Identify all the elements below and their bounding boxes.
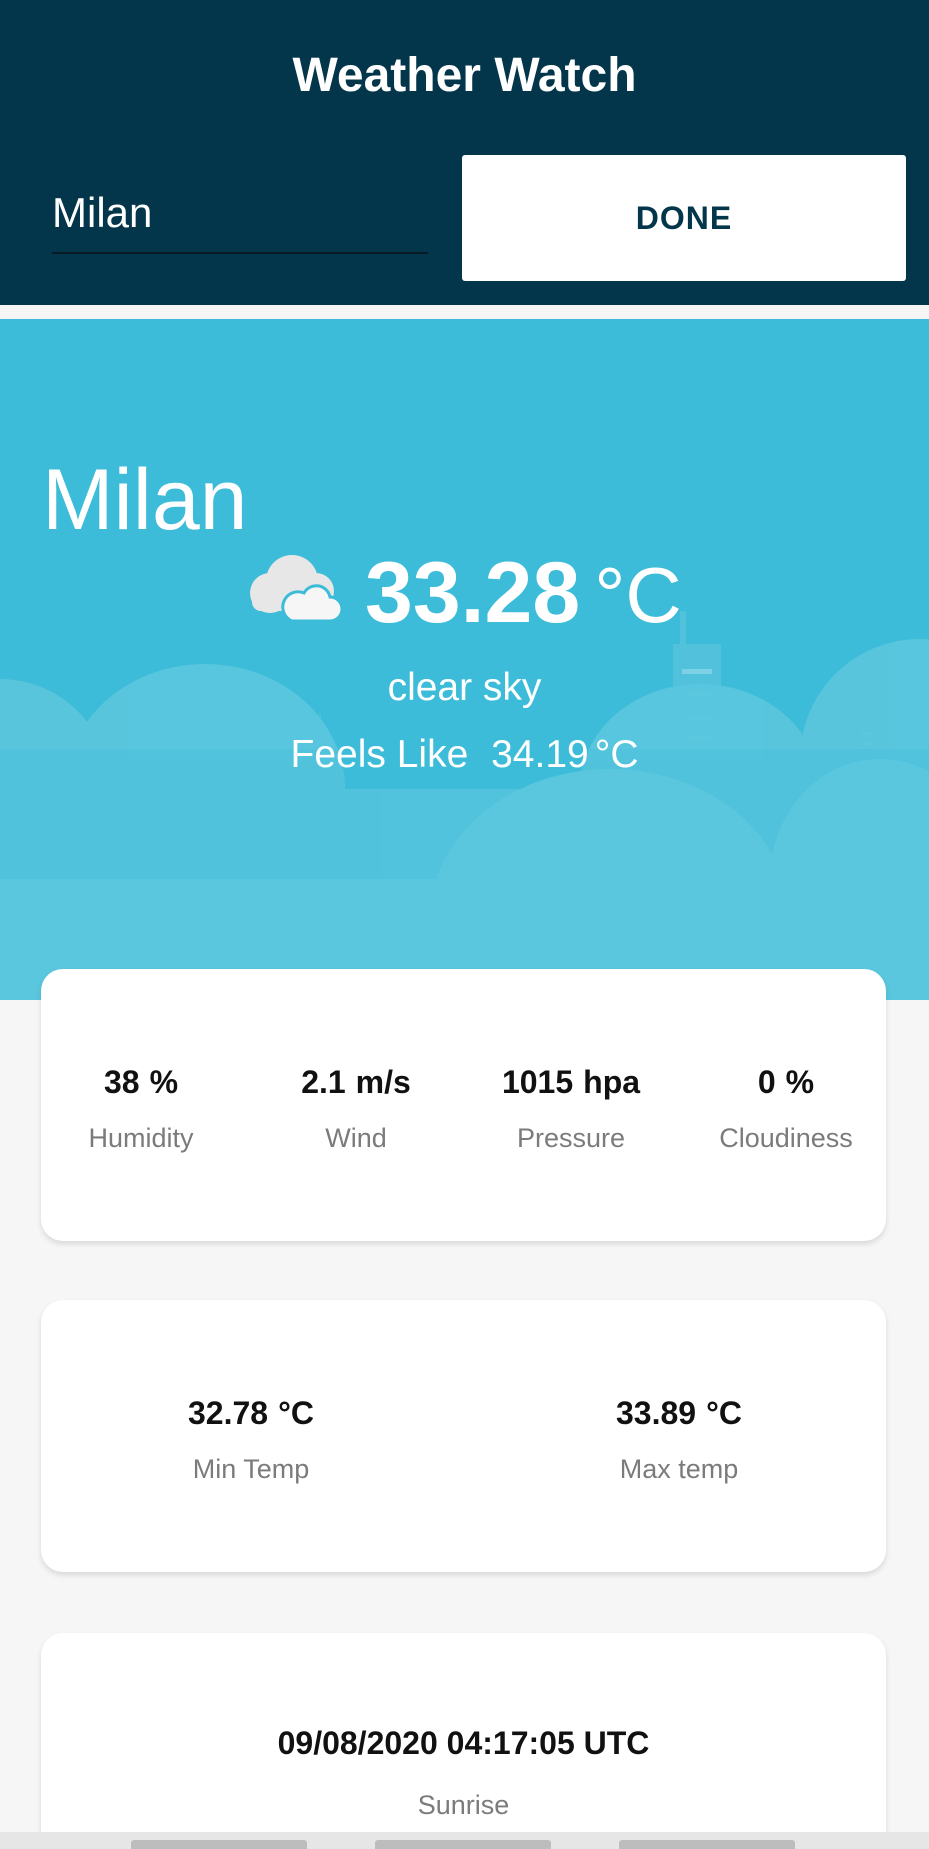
- cloudiness-unit: %: [785, 1064, 815, 1100]
- sunrise-value: 09/08/2020 04:17:05 UTC: [277, 1725, 650, 1761]
- wind-value: 2.1: [301, 1064, 346, 1100]
- wind-stat: 2.1 m/s Wind: [256, 1064, 456, 1154]
- cloudiness-stat: 0% Cloudiness: [686, 1064, 886, 1154]
- humidity-stat: 38% Humidity: [41, 1064, 241, 1154]
- feels-like-row: Feels Like 34.19 °C: [0, 733, 929, 777]
- min-temp-unit: °C: [278, 1395, 314, 1431]
- app-header: Weather Watch DONE: [0, 0, 929, 305]
- temperature-unit: °C: [594, 551, 682, 639]
- wind-unit: m/s: [355, 1064, 411, 1100]
- pressure-unit: hpa: [583, 1064, 641, 1100]
- feels-like-label: Feels Like: [290, 733, 469, 776]
- city-input-wrapper: [52, 178, 428, 254]
- temperature-display: 33.28 °C: [365, 544, 682, 643]
- cloudiness-label: Cloudiness: [719, 1123, 853, 1153]
- pressure-value: 1015: [501, 1064, 574, 1100]
- humidity-unit: %: [149, 1064, 179, 1100]
- cloudiness-value: 0: [757, 1064, 776, 1100]
- conditions-card: 38% Humidity 2.1 m/s Wind 1015 hpa Pressur…: [41, 969, 886, 1241]
- bottom-navigation: [0, 1832, 929, 1849]
- feels-like-value: 34.19: [491, 733, 589, 776]
- min-temp-label: Min Temp: [192, 1454, 310, 1484]
- weather-hero: Milan 33.28 °C clear sky Feels Like 34.19…: [0, 319, 929, 1000]
- bottom-tab-3[interactable]: [619, 1840, 795, 1849]
- max-temp-value: 33.89: [616, 1395, 697, 1431]
- bottom-tab-2[interactable]: [375, 1840, 551, 1849]
- max-temp-stat: 33.89 °C Max temp: [529, 1395, 829, 1485]
- humidity-label: Humidity: [88, 1123, 194, 1153]
- humidity-value: 38: [103, 1064, 140, 1100]
- min-temp-stat: 32.78 °C Min Temp: [101, 1395, 401, 1485]
- sunrise-label: Sunrise: [417, 1790, 510, 1820]
- min-temp-value: 32.78: [188, 1395, 269, 1431]
- max-temp-unit: °C: [706, 1395, 742, 1431]
- done-button[interactable]: DONE: [462, 155, 906, 281]
- app-title: Weather Watch: [292, 49, 637, 102]
- temperature-range-card: 32.78 °C Min Temp 33.89 °C Max temp: [41, 1300, 886, 1572]
- sun-times-card: 09/08/2020 04:17:05 UTC Sunrise: [41, 1633, 886, 1849]
- city-input[interactable]: [52, 178, 428, 248]
- temperature-value: 33.28: [365, 545, 581, 641]
- feels-like-unit: °C: [594, 733, 639, 776]
- weather-description: clear sky: [387, 666, 542, 709]
- cloud-icon: [250, 555, 344, 623]
- bottom-tab-1[interactable]: [131, 1840, 307, 1849]
- max-temp-label: Max temp: [619, 1454, 739, 1484]
- pressure-label: Pressure: [516, 1123, 626, 1153]
- hero-city-name: Milan: [42, 452, 248, 548]
- wind-label: Wind: [325, 1123, 387, 1153]
- pressure-stat: 1015 hpa Pressure: [471, 1064, 671, 1154]
- sunrise-stat: 09/08/2020 04:17:05 UTC Sunrise: [41, 1725, 886, 1821]
- city-skyline-background: [0, 611, 929, 1000]
